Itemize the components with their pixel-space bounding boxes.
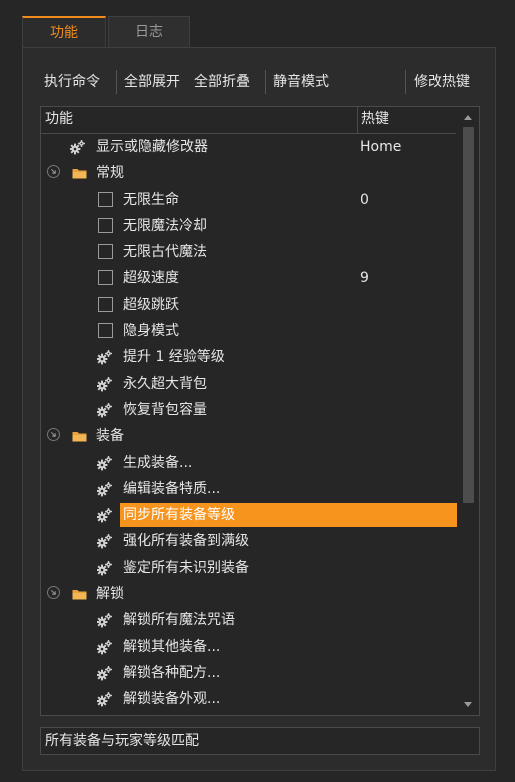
tree-item-row[interactable]: 强化所有装备到满级 xyxy=(41,528,457,554)
tree-item-row[interactable]: 无限古代魔法 xyxy=(41,239,457,265)
gear-icon xyxy=(96,507,113,523)
gear-icon xyxy=(96,349,113,365)
tree-item-label: 解锁所有魔法咒语 xyxy=(123,612,235,629)
folder-icon xyxy=(71,428,87,444)
gear-icon xyxy=(96,691,113,707)
tree-item-row[interactable]: 恢复背包容量 xyxy=(41,397,457,423)
tree-item-label: 永久超大背包 xyxy=(123,375,207,392)
tree-item-row[interactable]: 超级跳跃 xyxy=(41,292,457,318)
tree-item-label: 编辑装备特质... xyxy=(123,480,221,497)
scroll-up-arrow-icon[interactable] xyxy=(464,115,472,120)
tree-item-row[interactable]: 同步所有装备等级 xyxy=(41,502,457,528)
tab-features[interactable]: 功能 xyxy=(22,16,106,48)
column-divider[interactable] xyxy=(357,107,358,133)
tree-folder-row[interactable]: 解锁 xyxy=(41,581,457,607)
gear-icon xyxy=(96,665,113,681)
tab-log[interactable]: 日志 xyxy=(108,16,190,48)
tree-item-label: 显示或隐藏修改器 xyxy=(96,139,208,155)
tree-item-label: 提升 1 经验等级 xyxy=(123,349,225,366)
status-description: 所有装备与玩家等级匹配 xyxy=(40,727,480,755)
tree-item-row[interactable]: 鉴定所有未识别装备 xyxy=(41,555,457,581)
tree-item-label: 隐身模式 xyxy=(123,323,179,340)
checkbox[interactable] xyxy=(98,191,113,207)
expand-toggle-icon[interactable] xyxy=(47,586,60,600)
tree-item-row[interactable]: 解锁装备外观... xyxy=(41,686,457,712)
gear-icon xyxy=(96,612,113,628)
gear-icon xyxy=(69,139,86,155)
tree-item-row[interactable]: 隐身模式 xyxy=(41,318,457,344)
tree-item-label: 无限古代魔法 xyxy=(123,244,207,261)
toolbar-separator xyxy=(116,70,117,94)
gear-icon xyxy=(96,376,113,392)
tree-item-label: 超级速度 xyxy=(123,270,179,287)
hotkey-value: 0 xyxy=(360,191,369,208)
gear-icon xyxy=(96,402,113,418)
tree-item-row[interactable]: 无限魔法冷却 xyxy=(41,213,457,239)
toolbar-separator xyxy=(265,70,266,94)
gear-icon xyxy=(96,533,113,549)
tree-item-label: 恢复背包容量 xyxy=(123,401,207,418)
tree-item-label: 生成装备... xyxy=(123,454,193,471)
column-header-hotkey[interactable]: 热键 xyxy=(361,107,389,132)
tree-item-label: 装备 xyxy=(96,428,124,445)
folder-icon xyxy=(71,586,87,602)
vertical-scrollbar[interactable] xyxy=(459,107,479,715)
checkbox[interactable] xyxy=(98,217,113,233)
tree-item-label: 强化所有装备到满级 xyxy=(123,533,249,550)
silent-mode-button[interactable]: 静音模式 xyxy=(273,72,329,92)
tree-item-label: 无限魔法冷却 xyxy=(123,217,207,234)
expand-all-button[interactable]: 全部展开 xyxy=(124,72,180,92)
checkbox[interactable] xyxy=(98,323,113,339)
tree-folder-row[interactable]: 常规 xyxy=(41,160,457,186)
tree-item-row[interactable]: 编辑装备特质... xyxy=(41,476,457,502)
gear-icon xyxy=(96,560,113,576)
scroll-down-arrow-icon[interactable] xyxy=(464,702,472,707)
features-panel: 执行命令 全部展开 全部折叠 静音模式 修改热键 功能 热键 显示或隐藏修改器 H… xyxy=(22,47,496,771)
tree-item-row[interactable]: 无限生命 0 xyxy=(41,187,457,213)
tree-item-row[interactable]: 超级速度 9 xyxy=(41,265,457,291)
gear-icon xyxy=(96,455,113,471)
expand-toggle-icon[interactable] xyxy=(47,428,60,442)
feature-tree: 功能 热键 显示或隐藏修改器 Home 常规 无限生命 0 无限魔法冷却 无限古代魔法 超级速… xyxy=(40,106,480,716)
tree-item-row[interactable]: 解锁所有魔法咒语 xyxy=(41,607,457,633)
gear-icon xyxy=(96,481,113,497)
tree-item-row[interactable]: 显示或隐藏修改器 Home xyxy=(41,134,457,160)
tree-item-row[interactable]: 生成装备... xyxy=(41,450,457,476)
checkbox[interactable] xyxy=(98,244,113,260)
tree-item-label: 解锁各种配方... xyxy=(123,664,221,681)
edit-hotkeys-button[interactable]: 修改热键 xyxy=(414,72,470,92)
tree-header: 功能 热键 xyxy=(41,107,456,134)
hotkey-value: Home xyxy=(360,139,402,155)
scrollbar-thumb[interactable] xyxy=(463,127,474,503)
tree-item-label: 解锁装备外观... xyxy=(123,691,221,708)
tree-rows: 显示或隐藏修改器 Home 常规无限生命 0 无限魔法冷却 无限古代魔法 超级速度 9 超级跳跃… xyxy=(41,134,457,713)
tree-item-row[interactable]: 提升 1 经验等级 xyxy=(41,344,457,370)
tree-folder-row[interactable]: 装备 xyxy=(41,423,457,449)
gear-icon xyxy=(96,639,113,655)
tree-item-label: 常规 xyxy=(96,165,124,182)
checkbox[interactable] xyxy=(98,270,113,286)
tree-item-label: 解锁其他装备... xyxy=(123,638,221,655)
hotkey-value: 9 xyxy=(360,270,369,287)
checkbox[interactable] xyxy=(98,296,113,312)
tab-bar: 功能 日志 xyxy=(22,12,515,48)
tree-item-label: 同步所有装备等级 xyxy=(123,507,235,524)
toolbar-separator xyxy=(405,70,406,94)
tree-item-label: 无限生命 xyxy=(123,191,179,208)
collapse-all-button[interactable]: 全部折叠 xyxy=(194,72,250,92)
tree-item-row[interactable]: 解锁其他装备... xyxy=(41,634,457,660)
tree-item-label: 超级跳跃 xyxy=(123,296,179,313)
execute-command-button[interactable]: 执行命令 xyxy=(44,72,100,92)
toolbar: 执行命令 全部展开 全部折叠 静音模式 修改热键 xyxy=(23,66,495,98)
tree-item-row[interactable]: 永久超大背包 xyxy=(41,371,457,397)
expand-toggle-icon[interactable] xyxy=(47,165,60,179)
column-header-feature[interactable]: 功能 xyxy=(45,107,73,132)
folder-icon xyxy=(71,165,87,181)
tree-item-label: 鉴定所有未识别装备 xyxy=(123,559,249,576)
tree-item-label: 解锁 xyxy=(96,586,124,603)
tree-item-row[interactable]: 解锁各种配方... xyxy=(41,660,457,686)
